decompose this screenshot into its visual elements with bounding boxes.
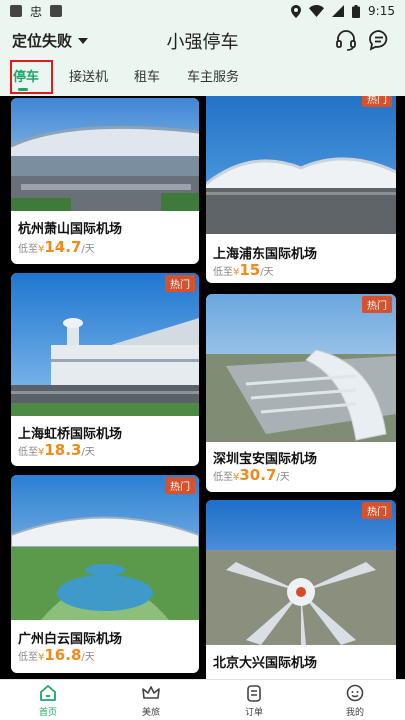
- signal-icon: [332, 5, 345, 17]
- highlight-box: [10, 60, 53, 94]
- airport-card-pudong[interactable]: 热门 上海浦东国际机场 低至¥15/天: [206, 96, 396, 283]
- nav-travel[interactable]: 美旅: [121, 683, 181, 718]
- airport-card-hongqiao[interactable]: 热门 上海虹桥国际机场 低至¥18.3/天: [11, 273, 199, 466]
- airport-feed[interactable]: 杭州萧山国际机场 低至¥14.7/天 热门 上海浦东国际机场 低至¥15/天 热…: [0, 96, 405, 679]
- airport-name: 上海浦东国际机场: [213, 247, 318, 262]
- hot-badge: 热门: [165, 275, 195, 292]
- airport-name: 广州白云国际机场: [18, 632, 123, 647]
- tab-owner-services[interactable]: 车主服务: [187, 66, 239, 85]
- hot-badge: 热门: [165, 477, 195, 494]
- location-selector[interactable]: 定位失败: [12, 30, 89, 51]
- airport-photo: [11, 98, 199, 211]
- airport-name: 杭州萧山国际机场: [18, 222, 123, 237]
- category-tabs: 停车 接送机 租车 车主服务: [0, 58, 405, 104]
- hot-badge: 热门: [362, 96, 392, 107]
- crown-icon: [142, 686, 160, 699]
- airport-photo: [206, 500, 396, 645]
- airport-card-baoan[interactable]: 热门 深圳宝安国际机场 低至¥30.7/天: [206, 294, 396, 492]
- airport-photo: [206, 96, 396, 234]
- nav-profile[interactable]: 我的: [325, 683, 385, 718]
- price-text: 低至¥15/天: [213, 261, 274, 279]
- location-label: 定位失败: [12, 32, 73, 50]
- clock: 9:15: [368, 4, 395, 18]
- airport-photo: [11, 475, 199, 620]
- hot-badge: 热门: [362, 296, 392, 313]
- profile-icon: [346, 684, 364, 702]
- tab-car-rental[interactable]: 租车: [134, 66, 160, 85]
- airport-card-hangzhou[interactable]: 杭州萧山国际机场 低至¥14.7/天: [11, 98, 199, 264]
- chevron-down-icon: [78, 37, 89, 44]
- battery-icon: [352, 4, 361, 18]
- airport-photo: [206, 294, 396, 442]
- airport-card-baiyun[interactable]: 热门 广州白云国际机场 低至¥16.8/天: [11, 475, 199, 673]
- hot-badge: 热门: [362, 502, 392, 519]
- headset-icon[interactable]: [334, 28, 358, 52]
- app-notification-icon: [50, 5, 63, 17]
- nav-orders[interactable]: 订单: [224, 683, 284, 718]
- home-icon: [40, 685, 56, 701]
- order-icon: [247, 685, 261, 702]
- price-text: 低至¥16.8/天: [18, 646, 95, 664]
- nav-home[interactable]: 首页: [18, 683, 78, 718]
- price-text: 低至¥14.7/天: [18, 238, 95, 256]
- airport-name: 上海虹桥国际机场: [18, 427, 123, 442]
- airport-photo: [11, 273, 199, 416]
- tab-airport-transfer[interactable]: 接送机: [69, 66, 108, 85]
- price-text: 低至¥18.3/天: [18, 441, 95, 459]
- status-bar: 忠 9:15: [0, 0, 405, 22]
- notification-icon: [10, 5, 22, 17]
- airport-name: 深圳宝安国际机场: [213, 452, 318, 467]
- location-icon: [291, 4, 302, 18]
- app-header: 定位失败 小强停车: [0, 22, 405, 58]
- carrier-glyph: 忠: [30, 4, 43, 19]
- wifi-icon: [309, 5, 325, 17]
- airport-name: 北京大兴国际机场: [213, 656, 318, 671]
- airport-card-daxing[interactable]: 热门 北京大兴国际机场: [206, 500, 396, 679]
- bottom-navigation: 首页 美旅 订单 我的: [0, 679, 405, 720]
- message-icon[interactable]: [367, 28, 391, 52]
- price-text: 低至¥30.7/天: [213, 466, 290, 484]
